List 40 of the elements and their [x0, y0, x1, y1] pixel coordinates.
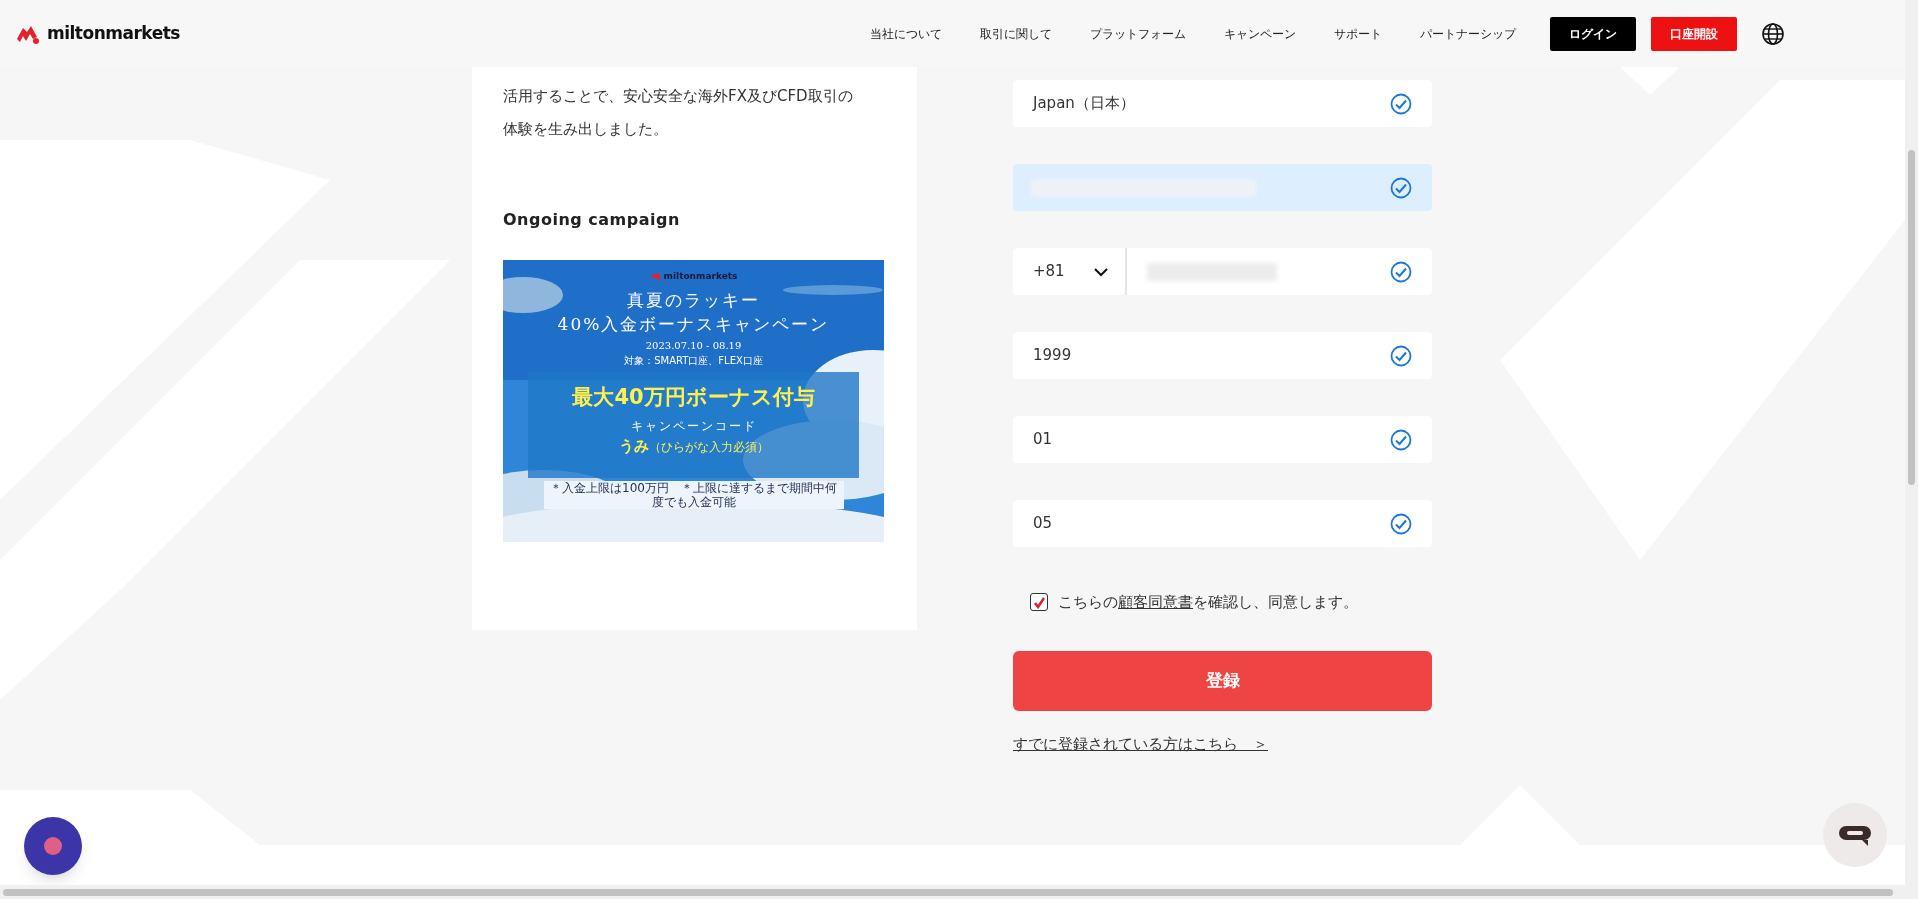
banner-logo-text: miltonmarkets — [663, 270, 738, 283]
globe-icon[interactable] — [1761, 21, 1785, 46]
input-field[interactable]: 1999 — [1013, 332, 1432, 379]
banner-code-label: キャンペーンコード — [630, 418, 757, 435]
intro-text: 活用することで、安心安全な海外FX及びCFD取引の — [503, 86, 854, 107]
email-input-field[interactable] — [1013, 164, 1432, 211]
nav-link[interactable]: パートナーシップ — [1420, 24, 1516, 43]
agreement-link[interactable]: 顧客同意書 — [1118, 593, 1193, 611]
logo-icon — [649, 272, 661, 282]
banner-code-note: （ひらがな入力必須） — [648, 439, 769, 456]
input-field[interactable]: 05 — [1013, 500, 1432, 547]
nav-link[interactable]: プラットフォーム — [1090, 24, 1186, 43]
campaign-banner[interactable]: miltonmarkets 真夏のラッキー 40%入金ボーナスキャンペーン 2023.07.10 - 08.19 対象：SMART口座、FLEX口座 最大40万円ボーナス付与 キャンペーンコード うみ（ひらがな入力必須） ＊入金上限は100万円 ＊上限に達するまで期間中何度でも入金可能 — [503, 260, 884, 542]
agreement-checkbox[interactable] — [1030, 593, 1048, 612]
phone-input-field[interactable] — [1127, 248, 1432, 295]
banner-code: うみ — [618, 436, 649, 457]
nav-link[interactable]: サポート — [1334, 24, 1382, 43]
banner-title: 40%入金ボーナスキャンペーン — [557, 312, 830, 336]
login-link[interactable]: すでに登録されている方はこちら ＞ — [1013, 732, 1268, 755]
agreement-text: こちらの顧客同意書を確認し、同意します。 — [1058, 592, 1358, 613]
input-field[interactable]: Japan（日本） — [1013, 80, 1432, 127]
register-button[interactable]: 登録 — [1013, 650, 1432, 711]
banner-target-text: 対象：SMART口座、FLEX口座 — [624, 353, 763, 368]
horizontal-scrollbar[interactable] — [0, 885, 1918, 899]
campaign-heading: Ongoing campaign — [503, 209, 681, 231]
banner-title: 真夏のラッキー — [627, 288, 760, 312]
country-code-select[interactable]: +81 — [1013, 248, 1127, 295]
open-account-button[interactable]: 口座開設 — [1651, 16, 1737, 51]
banner-footnote: ＊入金上限は100万円 ＊上限に達するまで期間中何度でも入金可能 — [543, 480, 844, 509]
input-field[interactable]: 01 — [1013, 416, 1432, 463]
logo-text: miltonmarkets — [47, 21, 180, 45]
banner-dates: 2023.07.10 - 08.19 — [645, 338, 742, 353]
nav-link[interactable]: 当社について — [870, 24, 942, 43]
nav-link[interactable]: 取引に関して — [980, 24, 1052, 43]
nav-link[interactable]: キャンペーン — [1224, 24, 1296, 43]
vertical-scrollbar[interactable] — [1905, 0, 1918, 885]
checkmark-icon — [1032, 595, 1046, 609]
banner-headline: 最大40万円ボーナス付与 — [572, 383, 815, 411]
login-button[interactable]: ログイン — [1550, 16, 1636, 51]
intro-text: 体験を生み出しました。 — [503, 119, 669, 140]
